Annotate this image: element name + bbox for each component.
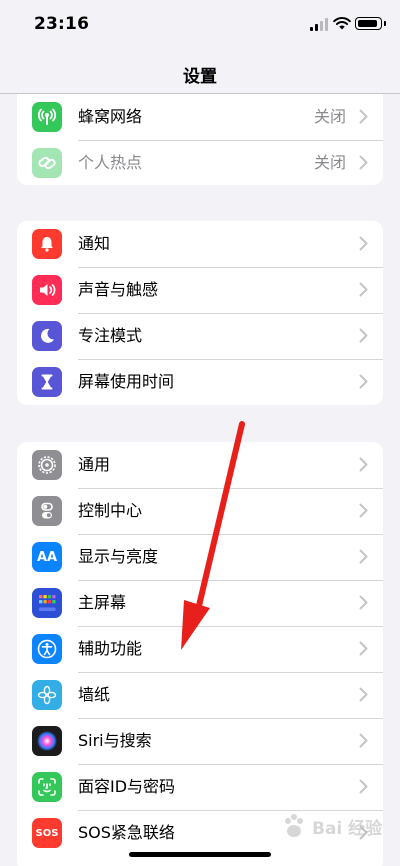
row-general[interactable]: 通用 [17, 442, 383, 488]
settings-screen: 23:16 设置 蜂窝网络 关闭 个人热点 关闭 通知 声音与触感 专注模式 屏… [0, 0, 400, 866]
row-focus[interactable]: 专注模式 [17, 313, 383, 359]
speaker-icon [32, 275, 62, 305]
row-control-center[interactable]: 控制中心 [17, 488, 383, 534]
chevron-right-icon [359, 109, 368, 124]
watermark-text: Bai 经验 [312, 819, 383, 839]
chevron-right-icon [359, 779, 368, 794]
row-label: 通用 [78, 455, 111, 474]
chevron-right-icon [359, 641, 368, 656]
cellular-signal-icon [310, 18, 328, 31]
row-notifications[interactable]: 通知 [17, 221, 383, 267]
row-label: 辅助功能 [78, 639, 143, 658]
status-bar: 23:16 [0, 0, 400, 50]
antenna-icon [32, 102, 62, 132]
face-id-icon [32, 772, 62, 802]
page-title: 设置 [183, 67, 217, 87]
settings-group-notifications: 通知 声音与触感 专注模式 屏幕使用时间 [17, 221, 383, 405]
wifi-icon [333, 17, 351, 30]
flower-icon [32, 680, 62, 710]
row-value: 关闭 [313, 153, 346, 172]
row-sounds-haptics[interactable]: 声音与触感 [17, 267, 383, 313]
settings-group-general: 通用 控制中心 AA 显示与亮度 主屏幕 辅助功能 墙纸 Siri与搜索 面容I… [17, 442, 383, 866]
chevron-right-icon [359, 595, 368, 610]
row-label: 面容ID与密码 [78, 777, 176, 796]
row-label: 屏幕使用时间 [78, 372, 175, 391]
chevron-right-icon [359, 282, 368, 297]
row-label: SOS紧急联络 [78, 823, 175, 842]
moon-icon [32, 321, 62, 351]
row-display-brightness[interactable]: AA 显示与亮度 [17, 534, 383, 580]
siri-icon [32, 726, 62, 756]
chevron-right-icon [359, 457, 368, 472]
row-screen-time[interactable]: 屏幕使用时间 [17, 359, 383, 405]
chevron-right-icon [359, 733, 368, 748]
row-label: 主屏幕 [78, 593, 127, 612]
chevron-right-icon [359, 374, 368, 389]
row-label: 控制中心 [78, 501, 143, 520]
accessibility-icon [32, 634, 62, 664]
row-label: Siri与搜索 [78, 731, 152, 750]
row-label: 蜂窝网络 [78, 107, 143, 126]
row-accessibility[interactable]: 辅助功能 [17, 626, 383, 672]
row-siri-search[interactable]: Siri与搜索 [17, 718, 383, 764]
row-label: 声音与触感 [78, 280, 159, 299]
row-label: 显示与亮度 [78, 547, 159, 566]
chevron-right-icon [359, 549, 368, 564]
row-label: 通知 [78, 234, 111, 253]
home-grid-icon [32, 588, 62, 618]
toggles-icon [32, 496, 62, 526]
row-label: 个人热点 [78, 153, 143, 172]
row-value: 关闭 [313, 107, 346, 126]
row-personal-hotspot[interactable]: 个人热点 关闭 [17, 140, 383, 185]
navigation-bar: 设置 [0, 50, 400, 94]
status-time: 23:16 [34, 14, 90, 34]
hotspot-link-icon [32, 148, 62, 178]
icon-glyph: SOS [35, 827, 59, 839]
row-label: 墙纸 [78, 685, 111, 704]
row-wallpaper[interactable]: 墙纸 [17, 672, 383, 718]
chevron-right-icon [359, 687, 368, 702]
bell-icon [32, 229, 62, 259]
chevron-right-icon [359, 328, 368, 343]
settings-group-network: 蜂窝网络 关闭 个人热点 关闭 [17, 94, 383, 185]
row-cellular[interactable]: 蜂窝网络 关闭 [17, 94, 383, 140]
paw-logo-icon [285, 814, 303, 837]
hourglass-icon [32, 367, 62, 397]
icon-glyph: AA [36, 549, 58, 565]
sos-icon: SOS [32, 818, 62, 848]
chevron-right-icon [359, 503, 368, 518]
battery-icon [355, 17, 386, 30]
text-size-icon: AA [32, 542, 62, 572]
gear-icon [32, 450, 62, 480]
chevron-right-icon [359, 236, 368, 251]
watermark: Bai 经验 [278, 808, 388, 854]
row-home-screen[interactable]: 主屏幕 [17, 580, 383, 626]
chevron-right-icon [359, 155, 368, 170]
row-label: 专注模式 [78, 326, 143, 345]
home-indicator[interactable] [129, 852, 271, 857]
row-face-id-passcode[interactable]: 面容ID与密码 [17, 764, 383, 810]
